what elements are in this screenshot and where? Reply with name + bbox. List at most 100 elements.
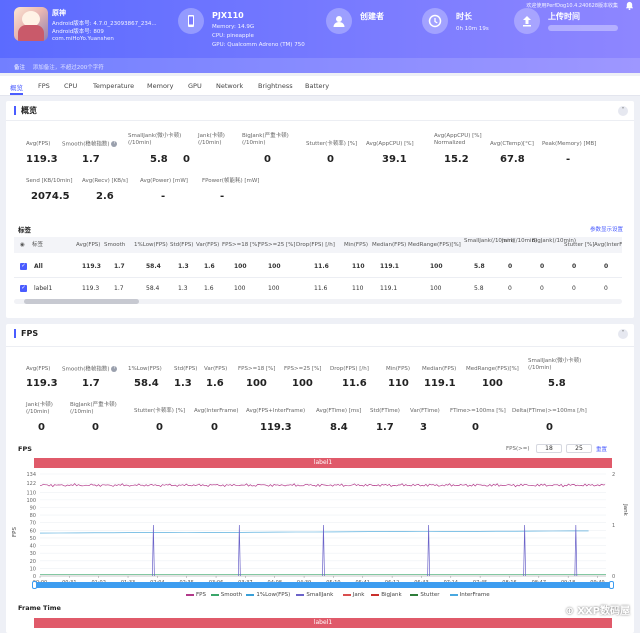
- legend-item[interactable]: SmallJank: [296, 592, 333, 598]
- y-tick-label: 60: [30, 528, 36, 534]
- frame-time-title: Frame Time: [18, 604, 61, 612]
- legend-swatch: [186, 593, 194, 596]
- y-tick-label: 50: [30, 536, 36, 542]
- col-header[interactable]: Std(FPS): [170, 242, 193, 248]
- series-fps-line: [39, 483, 606, 488]
- metric-label: Median(FPS): [422, 366, 457, 372]
- notes-prefix: 备注: [14, 65, 26, 71]
- range-handle-left[interactable]: [32, 581, 37, 589]
- label-band[interactable]: label1: [34, 458, 612, 468]
- device-model: PJX110: [212, 11, 244, 20]
- tab-cpu[interactable]: CPU: [64, 82, 77, 90]
- cell: 1.3: [178, 285, 188, 292]
- metric-label: Var(FPS): [204, 366, 228, 372]
- tab-brightness[interactable]: Brightness: [258, 82, 293, 90]
- cell: 5.8: [474, 285, 484, 292]
- metric-value: 0: [546, 422, 553, 433]
- tab-overview[interactable]: 概览: [10, 82, 23, 95]
- notes-input[interactable]: 添加备注，不超过200个字符: [33, 65, 104, 71]
- reset-link[interactable]: 重置: [596, 445, 607, 453]
- col-header[interactable]: 1%Low(FPS): [134, 242, 168, 248]
- version-note: 欢迎使用PerfDog10.4.240628版本收集: [526, 3, 618, 9]
- metric-label: Std(FTime): [370, 408, 400, 414]
- device-cpu: CPU: pineapple: [212, 33, 254, 39]
- cell: 119.3: [82, 263, 101, 270]
- legend-item[interactable]: Jank: [342, 592, 364, 598]
- col-header[interactable]: Avg(InterF: [594, 242, 622, 248]
- legend-item[interactable]: InterFrame: [449, 592, 490, 598]
- legend-item[interactable]: 1%Low(FPS): [246, 592, 290, 598]
- collapse-icon[interactable]: ˅: [618, 106, 628, 116]
- collapse-icon[interactable]: ˅: [618, 329, 628, 339]
- cell: 1.6: [204, 285, 214, 292]
- col-header[interactable]: Median(FPS): [372, 242, 406, 248]
- scrollbar-thumb[interactable]: [24, 299, 139, 304]
- user-icon: [326, 8, 352, 34]
- metric-label: Peak(Memory) [MB]: [542, 141, 597, 147]
- col-header[interactable]: SmallJank(/10min): [464, 238, 514, 244]
- col-header[interactable]: FPS>=25 [%]: [258, 242, 295, 248]
- row-checkbox[interactable]: ✓: [20, 285, 27, 292]
- col-header[interactable]: Jank(/10min): [502, 238, 537, 244]
- legend-item[interactable]: BigJank: [371, 592, 402, 598]
- tab-battery[interactable]: Battery: [305, 82, 329, 90]
- cell: 1.3: [178, 263, 189, 270]
- col-header[interactable]: Smooth: [104, 242, 125, 248]
- eye-icon[interactable]: ◉: [20, 242, 25, 248]
- frame-time-label-band[interactable]: label1: [34, 618, 612, 628]
- metric-label: Stutter(卡顿率) [%]: [134, 408, 186, 414]
- fps-threshold-18[interactable]: 18: [536, 444, 562, 453]
- fps-threshold-25[interactable]: 25: [566, 444, 592, 453]
- tab-network[interactable]: Network: [216, 82, 243, 90]
- col-header[interactable]: 标签: [32, 242, 43, 248]
- legend-swatch: [410, 593, 419, 596]
- metric-value: 0: [183, 154, 190, 165]
- metric-value: 58.4: [134, 378, 159, 389]
- legend-item[interactable]: Smooth: [210, 592, 242, 598]
- column-settings-link[interactable]: 参数显示设置: [590, 225, 623, 233]
- metric-value: 119.3: [26, 154, 58, 165]
- tab-fps[interactable]: FPS: [38, 82, 50, 90]
- cell: 0: [604, 263, 609, 270]
- cell: 0: [604, 285, 608, 292]
- notes-bar[interactable]: 备注 添加备注，不超过200个字符: [0, 58, 640, 73]
- col-header[interactable]: MedRange(FPS)[%]: [408, 242, 461, 248]
- metric-value: 5.8: [150, 154, 168, 165]
- cell: 5.8: [474, 263, 485, 270]
- col-header[interactable]: Var(FPS): [196, 242, 219, 248]
- cell: 119.1: [380, 263, 399, 270]
- metric-label: FPS>=25 [%]: [284, 366, 322, 372]
- tab-memory[interactable]: Memory: [147, 82, 173, 90]
- fps-chart[interactable]: 0102030405060708090100110122134012FPSJan…: [6, 470, 634, 600]
- range-handle-right[interactable]: [609, 581, 614, 589]
- app-package: com.miHoYo.Yuanshen: [52, 36, 114, 42]
- col-header[interactable]: Drop(FPS) [/h]: [296, 242, 335, 248]
- fps-card: FPS ˅ Avg(FPS) 119.3 Smooth(稳帧指数) ? 1.7 …: [6, 324, 634, 633]
- phone-icon: [178, 8, 204, 34]
- col-header[interactable]: Min(FPS): [344, 242, 368, 248]
- metric-label: Smooth(稳帧指数) ?: [62, 366, 118, 373]
- legend-item[interactable]: Stutter: [410, 592, 439, 598]
- duration-value: 0h 10m 19s: [456, 26, 489, 32]
- legend-label: FPS: [196, 592, 206, 598]
- time-range-slider[interactable]: [32, 581, 614, 589]
- bell-icon[interactable]: [625, 1, 634, 12]
- divider: [6, 120, 634, 121]
- clock-icon: [422, 8, 448, 34]
- row-checkbox[interactable]: ✓: [20, 263, 27, 270]
- legend-item[interactable]: FPS: [186, 592, 206, 598]
- col-header[interactable]: Stutter [%]: [564, 242, 594, 248]
- col-header[interactable]: FPS>=18 [%]: [222, 242, 259, 248]
- y2-axis-label: Jank: [622, 503, 628, 516]
- metric-label: Avg(CTemp)[°C]: [490, 141, 534, 147]
- help-icon: ?: [111, 141, 118, 147]
- tab-gpu[interactable]: GPU: [188, 82, 202, 90]
- col-header[interactable]: BigJank(/10min): [532, 238, 576, 244]
- legend-swatch: [371, 593, 380, 596]
- col-header[interactable]: Avg(FPS): [76, 242, 100, 248]
- metric-value: -: [220, 191, 225, 202]
- horizontal-scrollbar[interactable]: [14, 299, 622, 304]
- tab-temperature[interactable]: Temperature: [93, 82, 134, 90]
- cell: 100: [234, 285, 246, 292]
- metric-label: Var(FTime): [410, 408, 440, 414]
